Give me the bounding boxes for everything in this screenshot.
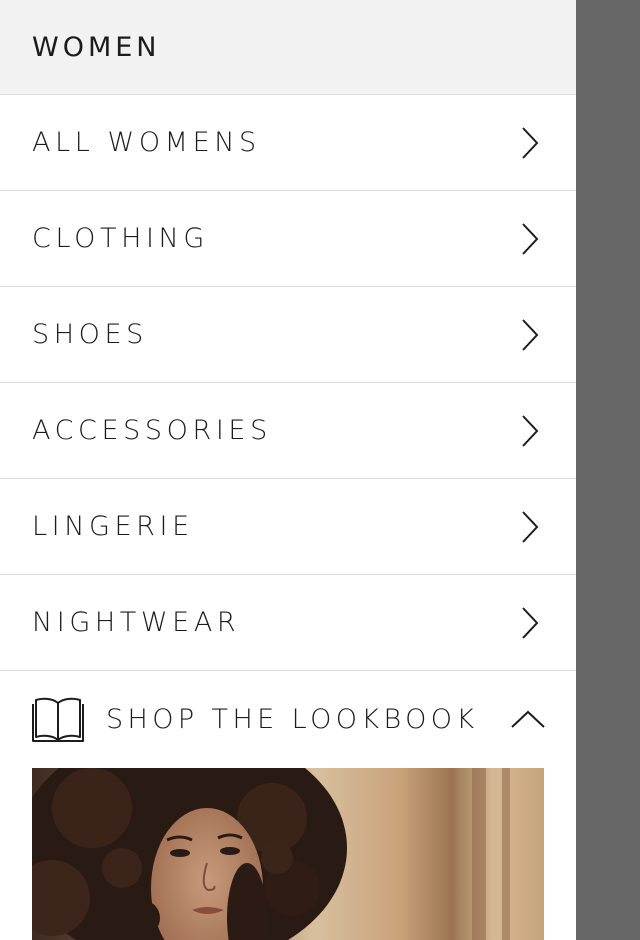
menu-item-label: CLOTHING	[32, 223, 209, 254]
menu-item-all-womens[interactable]: ALL WOMENS	[0, 95, 576, 191]
lookbook-left-group: SHOP THE LOOKBOOK	[32, 695, 479, 743]
menu-item-lingerie[interactable]: LINGERIE	[0, 479, 576, 575]
shop-lookbook-toggle[interactable]: SHOP THE LOOKBOOK	[0, 671, 576, 767]
menu-item-shoes[interactable]: SHOES	[0, 287, 576, 383]
menu-item-label: LINGERIE	[32, 511, 194, 542]
chevron-right-icon	[520, 606, 540, 640]
backdrop-overlay[interactable]	[576, 0, 640, 940]
chevron-right-icon	[520, 318, 540, 352]
lookbook-photo-illustration	[32, 768, 544, 940]
menu-item-clothing[interactable]: CLOTHING	[0, 191, 576, 287]
menu-item-label: ACCESSORIES	[32, 415, 272, 446]
menu-item-nightwear[interactable]: NIGHTWEAR	[0, 575, 576, 671]
menu-item-accessories[interactable]: ACCESSORIES	[0, 383, 576, 479]
menu-item-label: ALL WOMENS	[32, 127, 261, 158]
drawer-title: WOMEN	[32, 31, 161, 63]
chevron-right-icon	[520, 222, 540, 256]
menu-item-label: SHOES	[32, 319, 148, 350]
chevron-up-icon	[510, 709, 546, 729]
navigation-drawer: WOMEN ALL WOMENS CLOTHING SHOES ACCESSOR…	[0, 0, 576, 940]
drawer-header: WOMEN	[0, 0, 576, 95]
lookbook-label: SHOP THE LOOKBOOK	[106, 703, 479, 735]
menu-item-label: NIGHTWEAR	[32, 607, 241, 638]
chevron-right-icon	[520, 510, 540, 544]
book-icon	[32, 695, 84, 743]
chevron-right-icon	[520, 414, 540, 448]
chevron-right-icon	[520, 126, 540, 160]
lookbook-image[interactable]	[32, 768, 544, 940]
